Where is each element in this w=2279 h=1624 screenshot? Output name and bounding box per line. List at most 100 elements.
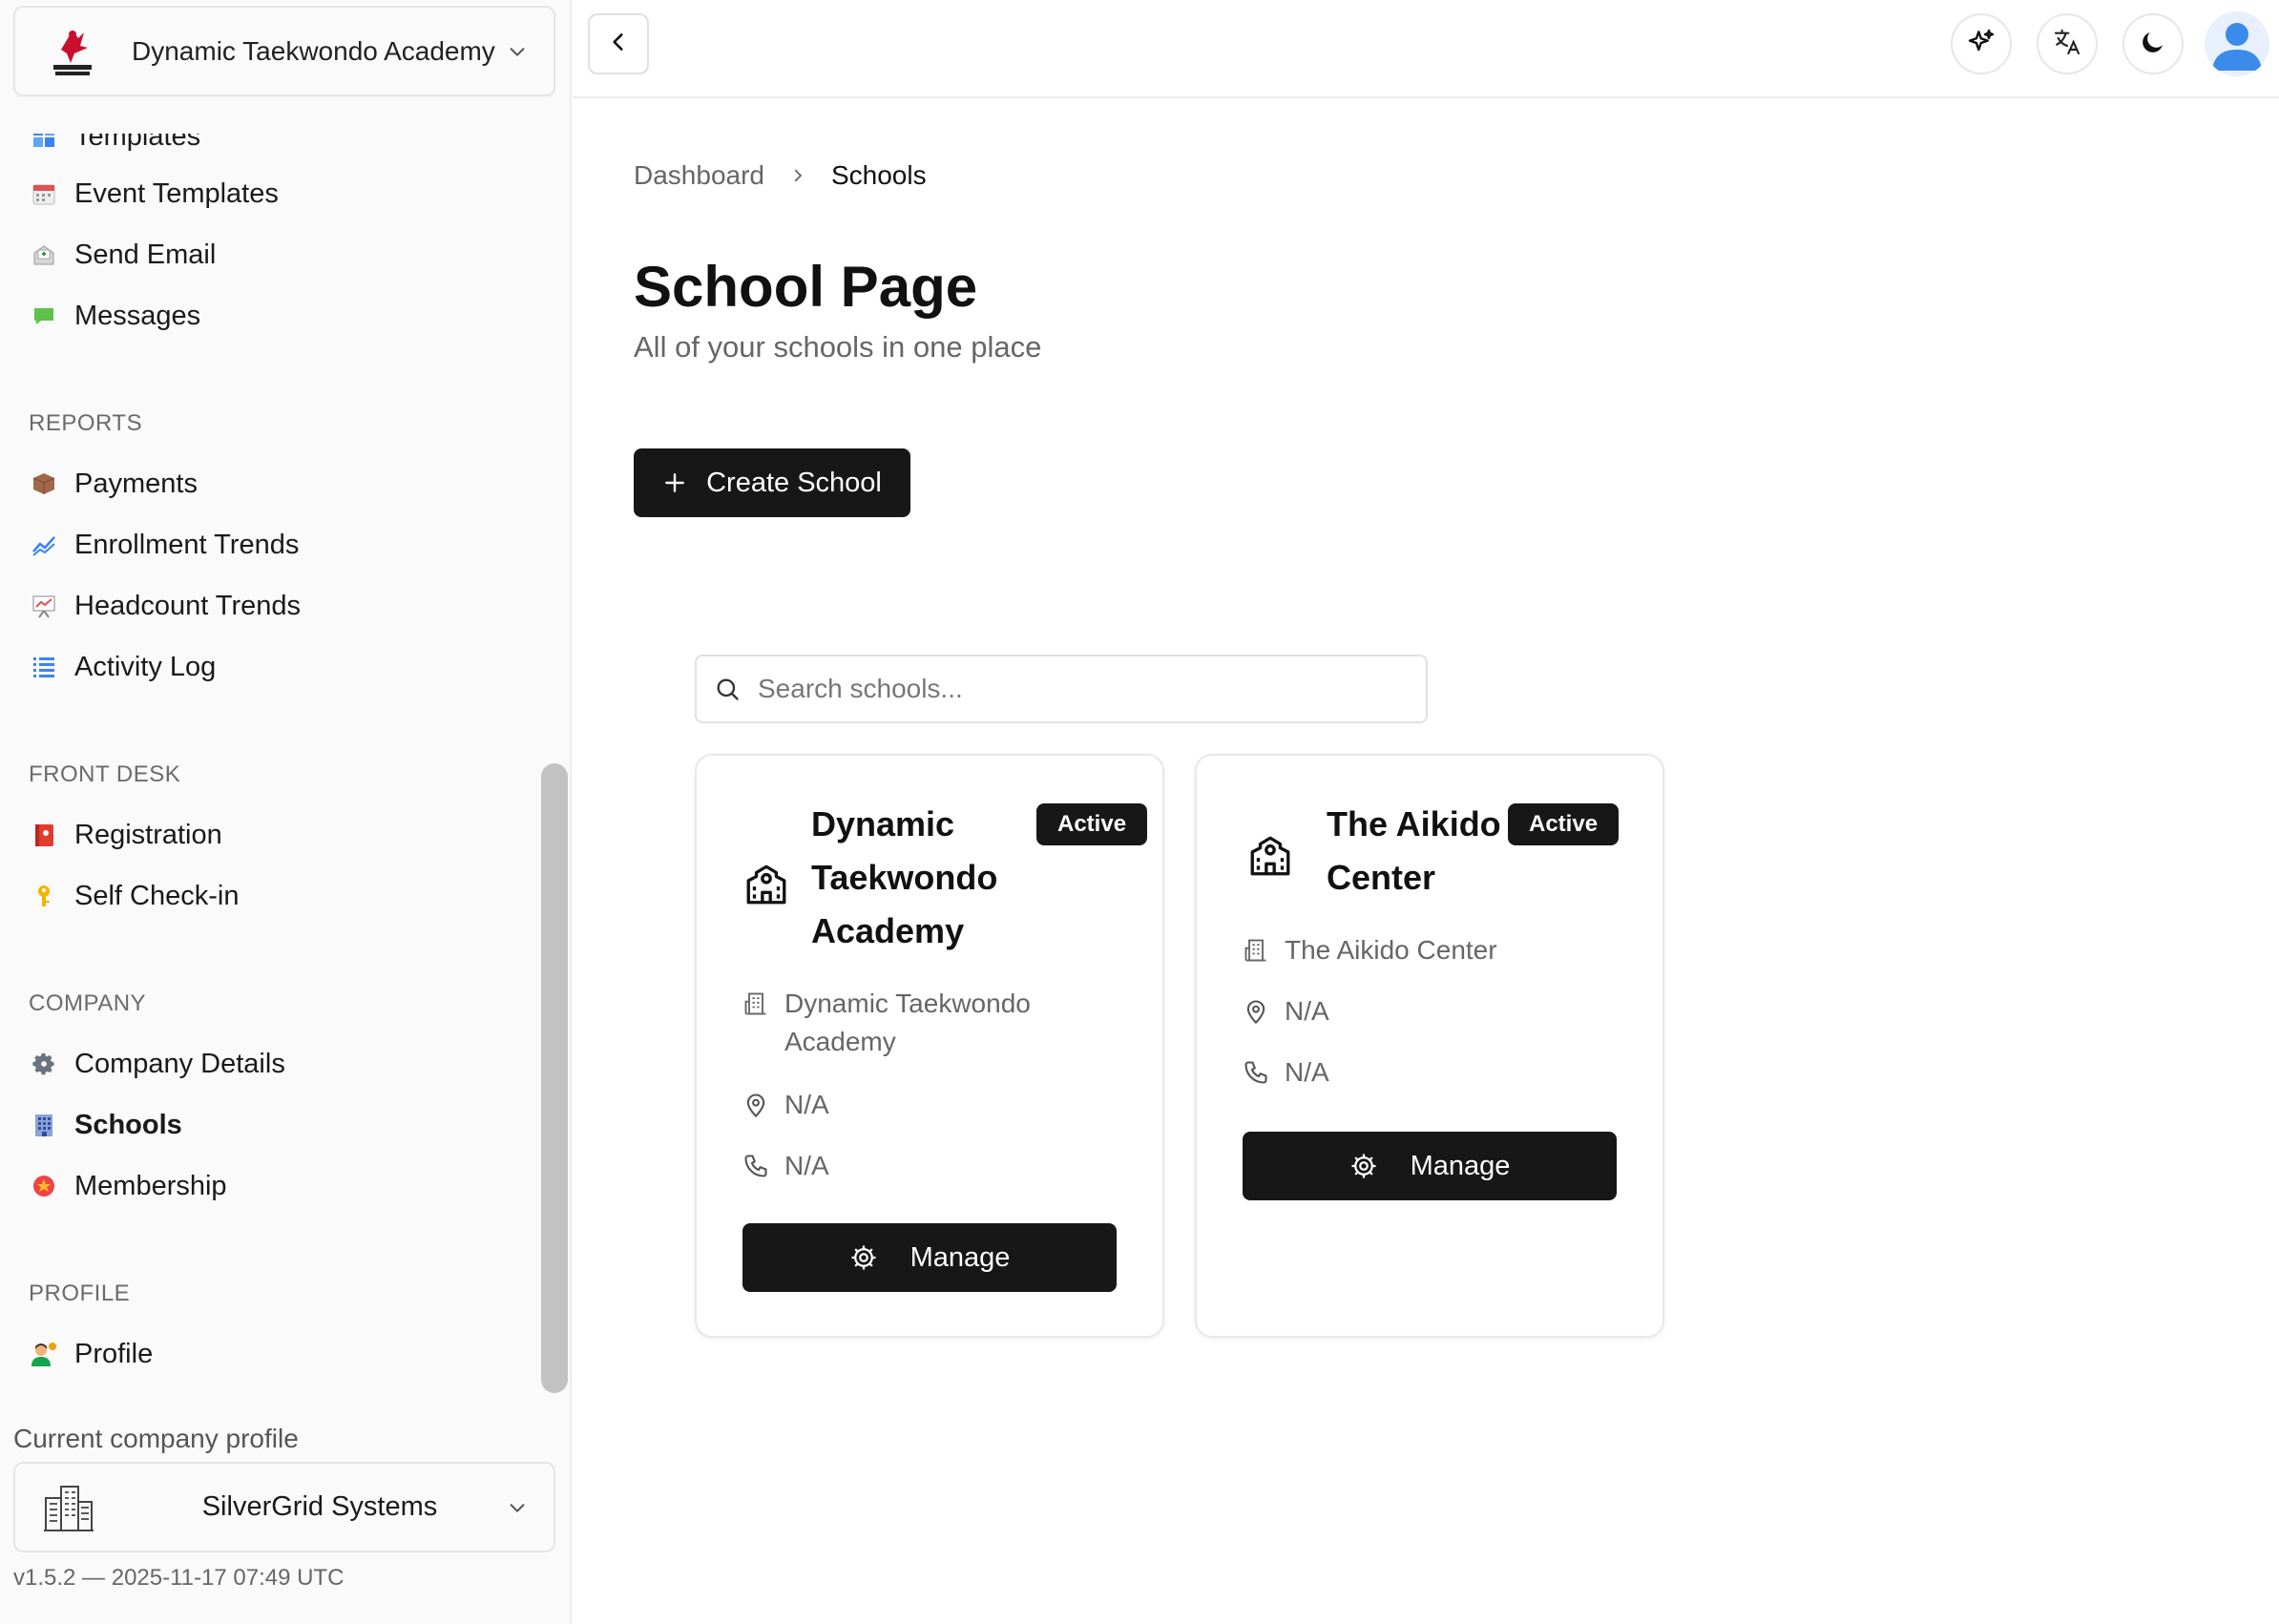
school-phone-row: N/A bbox=[741, 1147, 829, 1185]
search-box bbox=[695, 655, 1428, 723]
theme-toggle-button[interactable] bbox=[2122, 13, 2184, 74]
organization-selector[interactable]: Dynamic Taekwondo Academy bbox=[13, 6, 555, 96]
create-school-label: Create School bbox=[706, 467, 882, 498]
building-icon bbox=[1241, 931, 1271, 969]
school-address-row: N/A bbox=[1241, 992, 1329, 1031]
page-title: School Page bbox=[634, 255, 978, 319]
school-name-row: The Aikido Center bbox=[1241, 931, 1497, 969]
gear-icon bbox=[29, 1049, 59, 1079]
sidebar-item-payments[interactable]: Payments bbox=[29, 460, 198, 508]
school-name-line: Dynamic Taekwondo bbox=[784, 989, 1031, 1018]
manage-label: Manage bbox=[1410, 1150, 1511, 1181]
sidebar-item-label: Messages bbox=[74, 300, 201, 331]
breadcrumb: Dashboard Schools bbox=[634, 160, 927, 191]
ai-assistant-button[interactable] bbox=[1951, 13, 2012, 74]
current-company-label: Current company profile bbox=[13, 1424, 299, 1453]
school-address: N/A bbox=[784, 1090, 829, 1119]
calendar-icon bbox=[29, 178, 59, 209]
phone-icon bbox=[1241, 1053, 1271, 1092]
school-address: N/A bbox=[1285, 996, 1329, 1026]
section-label-front-desk: FRONT DESK bbox=[29, 761, 181, 787]
sidebar-item-membership[interactable]: Membership bbox=[29, 1162, 227, 1210]
company-profile-selector[interactable]: SilverGrid Systems bbox=[13, 1462, 555, 1552]
sidebar-item-enrollment-trends[interactable]: Enrollment Trends bbox=[29, 521, 299, 569]
manage-button[interactable]: Manage bbox=[742, 1223, 1117, 1292]
organization-name: Dynamic Taekwondo Academy bbox=[132, 35, 495, 66]
sidebar-item-label: Enrollment Trends bbox=[74, 529, 300, 560]
academy-logo-icon bbox=[44, 23, 101, 80]
status-badge: Active bbox=[1036, 803, 1148, 845]
chevron-down-icon bbox=[506, 40, 529, 63]
presentation-chart-icon bbox=[29, 591, 59, 621]
page-subtitle: All of your schools in one place bbox=[634, 330, 1042, 364]
sidebar-item-label: Registration bbox=[74, 819, 222, 850]
user-avatar[interactable] bbox=[2205, 11, 2269, 76]
sidebar-item-headcount-trends[interactable]: Headcount Trends bbox=[29, 582, 301, 630]
section-label-reports: REPORTS bbox=[29, 410, 143, 436]
language-button[interactable] bbox=[2037, 13, 2098, 74]
sidebar-item-label: Company Details bbox=[74, 1048, 285, 1079]
school-name-row: Dynamic Taekwondo Academy bbox=[741, 985, 1031, 1061]
key-icon bbox=[29, 881, 59, 911]
sidebar-scrollbar-thumb[interactable] bbox=[541, 763, 568, 1393]
star-badge-icon bbox=[29, 1171, 59, 1201]
envelope-icon bbox=[29, 239, 59, 270]
school-name-line: Academy bbox=[784, 1027, 896, 1056]
sidebar-item-label: Activity Log bbox=[74, 651, 217, 682]
school-address-row: N/A bbox=[741, 1086, 829, 1124]
sidebar-item-label: Event Templates bbox=[74, 177, 279, 209]
map-pin-icon bbox=[741, 1086, 771, 1124]
top-bar bbox=[573, 0, 2279, 98]
sidebar-item-activity-log[interactable]: Activity Log bbox=[29, 643, 216, 691]
sidebar-item-templates[interactable]: Templates bbox=[29, 134, 200, 160]
package-icon bbox=[29, 468, 59, 499]
moon-icon bbox=[2139, 28, 2167, 61]
notebook-icon bbox=[29, 820, 59, 850]
sidebar-item-label: Headcount Trends bbox=[74, 590, 301, 621]
gear-icon bbox=[849, 1243, 878, 1272]
sidebar-item-self-check-in[interactable]: Self Check-in bbox=[29, 872, 239, 920]
school-card: Dynamic Taekwondo Academy Active Dynamic… bbox=[695, 754, 1164, 1338]
search-icon bbox=[714, 676, 741, 702]
sidebar-item-label: Templates bbox=[74, 134, 201, 152]
sparkles-icon bbox=[1966, 27, 1997, 62]
sidebar-item-profile[interactable]: Profile bbox=[29, 1330, 153, 1378]
template-grid-icon bbox=[29, 134, 59, 152]
trend-chart-icon bbox=[29, 530, 59, 560]
sidebar-item-label: Schools bbox=[74, 1109, 182, 1140]
sidebar-item-label: Self Check-in bbox=[74, 880, 240, 911]
sidebar-item-send-email[interactable]: Send Email bbox=[29, 231, 216, 279]
search-input[interactable] bbox=[758, 674, 1388, 704]
school-title: Dynamic Taekwondo Academy bbox=[811, 804, 998, 950]
breadcrumb-dashboard-link[interactable]: Dashboard bbox=[634, 160, 764, 191]
sidebar: Dynamic Taekwondo Academy Templates Even… bbox=[0, 0, 572, 1624]
chevron-right-icon bbox=[789, 167, 806, 184]
sidebar-item-registration[interactable]: Registration bbox=[29, 811, 222, 859]
chevron-down-icon bbox=[506, 1496, 529, 1519]
sidebar-item-messages[interactable]: Messages bbox=[29, 292, 200, 340]
school-icon bbox=[1246, 832, 1294, 880]
school-phone-row: N/A bbox=[1241, 1053, 1329, 1092]
plus-icon bbox=[662, 470, 687, 495]
school-phone: N/A bbox=[784, 1151, 829, 1180]
sidebar-item-event-templates[interactable]: Event Templates bbox=[29, 170, 279, 218]
school-icon bbox=[742, 861, 790, 908]
building-icon bbox=[741, 985, 771, 1023]
create-school-button[interactable]: Create School bbox=[634, 448, 910, 517]
version-info: v1.5.2 — 2025-11-17 07:49 UTC bbox=[13, 1565, 345, 1591]
sidebar-item-label: Membership bbox=[74, 1170, 227, 1201]
section-label-company: COMPANY bbox=[29, 990, 147, 1016]
manage-button[interactable]: Manage bbox=[1243, 1132, 1617, 1200]
sidebar-item-company-details[interactable]: Company Details bbox=[29, 1040, 285, 1088]
manage-label: Manage bbox=[910, 1241, 1011, 1273]
translate-icon bbox=[2052, 27, 2082, 62]
sidebar-item-label: Payments bbox=[74, 468, 198, 499]
sidebar-item-label: Profile bbox=[74, 1338, 154, 1369]
status-badge: Active bbox=[1508, 803, 1620, 845]
sidebar-item-schools[interactable]: Schools bbox=[29, 1101, 182, 1149]
office-building-icon bbox=[29, 1110, 59, 1140]
list-icon bbox=[29, 652, 59, 682]
building-icon bbox=[42, 1481, 95, 1534]
collapse-sidebar-button[interactable] bbox=[588, 13, 649, 74]
breadcrumb-current: Schools bbox=[830, 160, 927, 190]
